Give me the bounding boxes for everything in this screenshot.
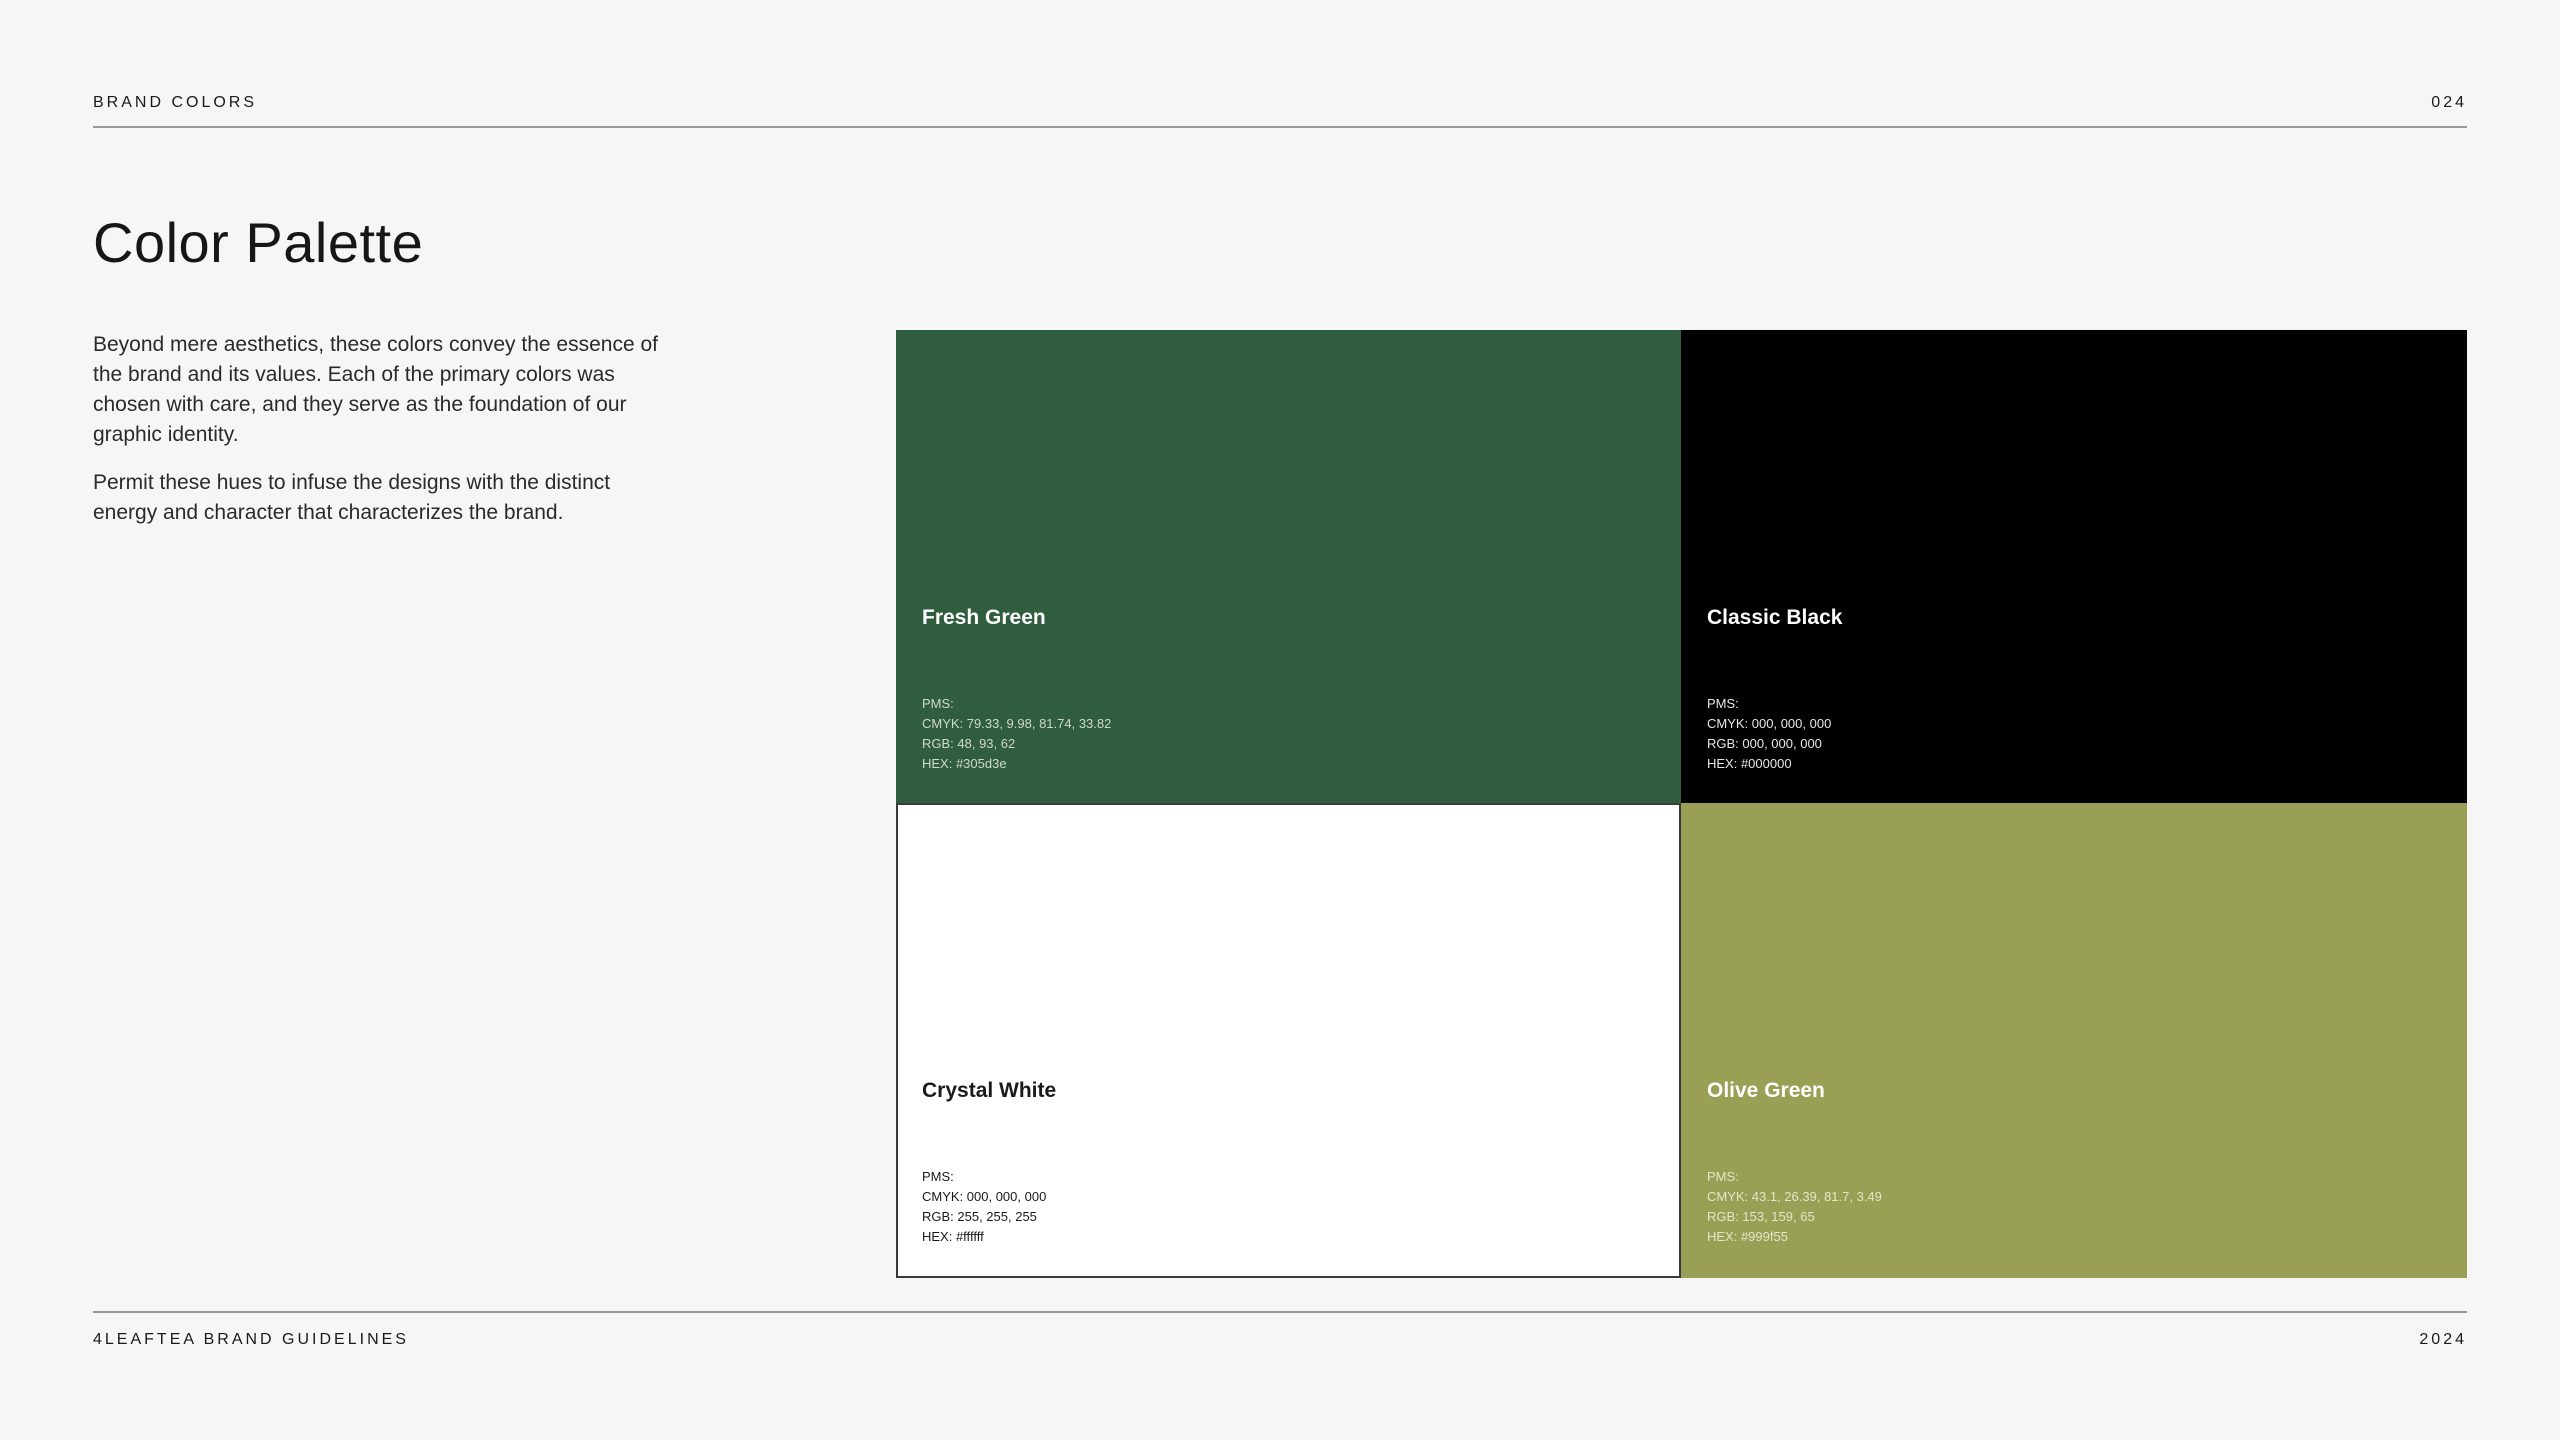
page-footer: 4LEAFTEA BRAND GUIDELINES 2024 (93, 1311, 2467, 1349)
brand-guidelines-page: BRAND COLORS 024 Color Palette Beyond me… (0, 0, 2560, 1440)
page-header: BRAND COLORS 024 (93, 94, 2467, 128)
section-label: BRAND COLORS (93, 94, 258, 111)
swatch-specs: PMS: CMYK: 000, 000, 000 RGB: 000, 000, … (1707, 694, 1831, 774)
spec-pms: PMS: (1707, 1169, 1739, 1184)
spec-cmyk: CMYK: 79.33, 9.98, 81.74, 33.82 (922, 716, 1112, 731)
swatch-name: Olive Green (1707, 1079, 1825, 1102)
page-number: 024 (2431, 94, 2467, 111)
swatch-olive-green: Olive Green PMS: CMYK: 43.1, 26.39, 81.7… (1681, 803, 2467, 1278)
swatch-name: Crystal White (922, 1079, 1057, 1102)
spec-rgb: RGB: 000, 000, 000 (1707, 736, 1822, 751)
spec-cmyk: CMYK: 43.1, 26.39, 81.7, 3.49 (1707, 1189, 1882, 1204)
spec-pms: PMS: (1707, 696, 1739, 711)
spec-rgb: RGB: 255, 255, 255 (922, 1209, 1037, 1224)
intro-text: Beyond mere aesthetics, these colors con… (93, 330, 673, 546)
swatch-crystal-white: Crystal White PMS: CMYK: 000, 000, 000 R… (896, 803, 1681, 1278)
color-palette-grid: Fresh Green PMS: CMYK: 79.33, 9.98, 81.7… (896, 330, 2467, 1278)
spec-pms: PMS: (922, 1169, 954, 1184)
intro-paragraph-1: Beyond mere aesthetics, these colors con… (93, 333, 658, 446)
swatch-classic-black: Classic Black PMS: CMYK: 000, 000, 000 R… (1681, 330, 2467, 803)
intro-paragraph-2: Permit these hues to infuse the designs … (93, 471, 611, 524)
swatch-name: Fresh Green (922, 606, 1046, 629)
swatch-name: Classic Black (1707, 606, 1843, 629)
spec-hex: HEX: #999f55 (1707, 1229, 1788, 1244)
spec-hex: HEX: #ffffff (922, 1229, 984, 1244)
swatch-specs: PMS: CMYK: 000, 000, 000 RGB: 255, 255, … (922, 1167, 1046, 1247)
swatch-fresh-green: Fresh Green PMS: CMYK: 79.33, 9.98, 81.7… (896, 330, 1681, 803)
spec-cmyk: CMYK: 000, 000, 000 (1707, 716, 1832, 731)
spec-rgb: RGB: 48, 93, 62 (922, 736, 1016, 751)
spec-pms: PMS: (922, 696, 954, 711)
swatch-specs: PMS: CMYK: 43.1, 26.39, 81.7, 3.49 RGB: … (1707, 1167, 1882, 1247)
spec-hex: HEX: #305d3e (922, 756, 1007, 771)
spec-cmyk: CMYK: 000, 000, 000 (922, 1189, 1047, 1204)
page-title: Color Palette (93, 211, 424, 274)
footer-label: 4LEAFTEA BRAND GUIDELINES (93, 1331, 409, 1348)
spec-hex: HEX: #000000 (1707, 756, 1792, 771)
spec-rgb: RGB: 153, 159, 65 (1707, 1209, 1815, 1224)
footer-year: 2024 (2419, 1331, 2467, 1348)
swatch-specs: PMS: CMYK: 79.33, 9.98, 81.74, 33.82 RGB… (922, 694, 1111, 774)
